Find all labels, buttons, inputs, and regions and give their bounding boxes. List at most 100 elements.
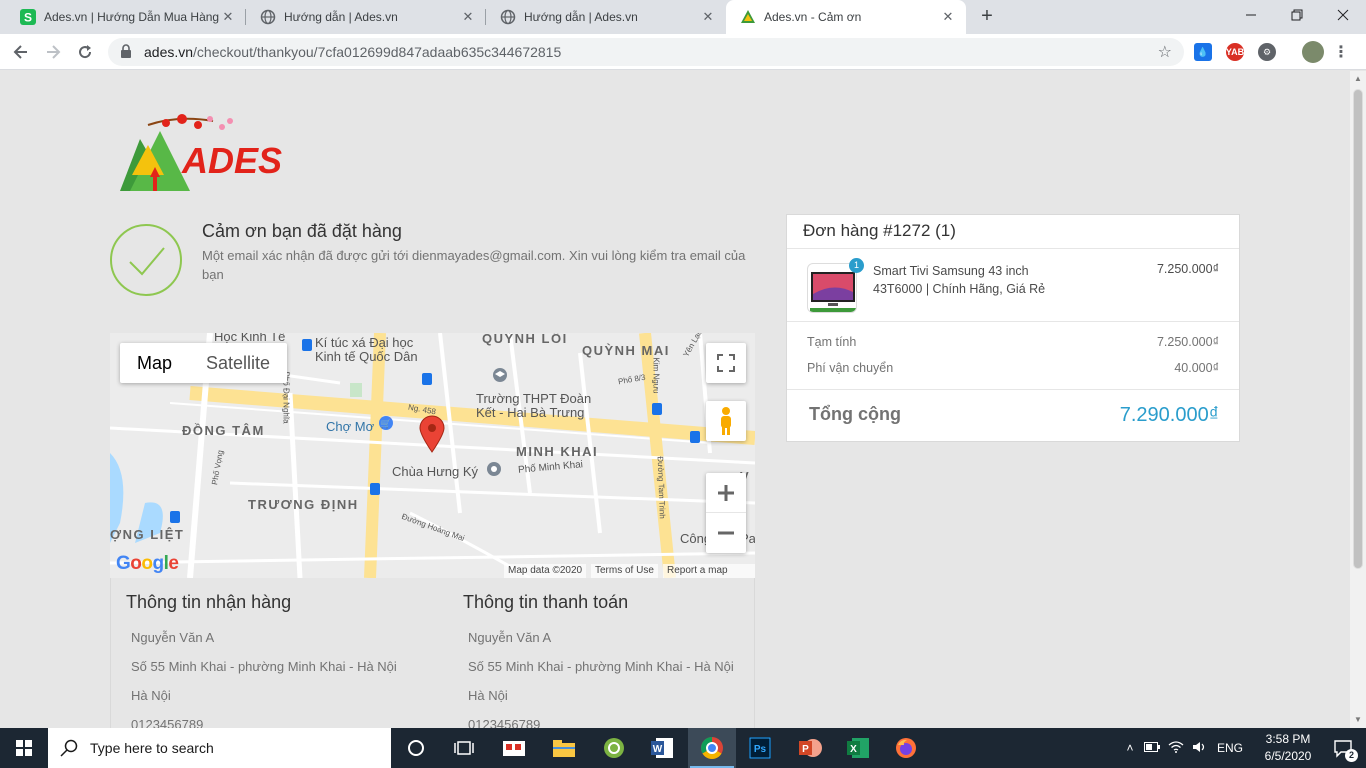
forward-button[interactable] bbox=[40, 39, 66, 65]
battery-icon[interactable] bbox=[1140, 741, 1164, 755]
total-value: 7.290.000₫ bbox=[1119, 404, 1219, 426]
svg-text:W: W bbox=[653, 744, 663, 755]
product-name: Smart Tivi Samsung 43 inch 43T6000 | Chí… bbox=[873, 264, 1046, 296]
profile-avatar[interactable] bbox=[1302, 41, 1324, 63]
zoom-in-button[interactable] bbox=[706, 473, 746, 513]
system-clock[interactable]: 3:58 PM 6/5/2020 bbox=[1254, 731, 1322, 765]
ades-logo[interactable]: ADES bbox=[118, 111, 288, 195]
map-label: Trường THPT Đoàn bbox=[476, 391, 592, 406]
url-path: /checkout/thankyou/7cfa012699d847adaab63… bbox=[193, 44, 562, 60]
word-icon[interactable]: W bbox=[638, 728, 686, 768]
volume-icon[interactable] bbox=[1188, 741, 1212, 756]
restore-button[interactable] bbox=[1274, 0, 1320, 30]
back-button[interactable] bbox=[8, 39, 34, 65]
tab-ades-cam-on[interactable]: Ades.vn - Cảm ơn ✕ bbox=[726, 0, 966, 34]
map-marker-icon[interactable] bbox=[419, 415, 445, 453]
tab-title: Hướng dẫn | Ades.vn bbox=[284, 10, 398, 24]
quantity-badge: 1 bbox=[849, 258, 864, 273]
address-bar[interactable]: ades.vn/checkout/thankyou/7cfa012699d847… bbox=[108, 38, 1184, 66]
tab-huong-dan-2[interactable]: Hướng dẫn | Ades.vn ✕ bbox=[486, 0, 726, 34]
scroll-up-icon[interactable]: ▲ bbox=[1353, 74, 1363, 84]
language-indicator[interactable]: ENG bbox=[1212, 741, 1248, 755]
temple-icon bbox=[487, 462, 501, 476]
terms-of-use-link[interactable]: Terms of Use bbox=[591, 564, 658, 578]
photoshop-icon[interactable]: Ps bbox=[736, 728, 784, 768]
shipping-phone: 0123456789 bbox=[131, 717, 204, 728]
lock-icon[interactable] bbox=[120, 43, 132, 61]
logo-decoration-icon bbox=[147, 114, 233, 130]
arrow-right-icon bbox=[47, 45, 61, 59]
close-icon[interactable]: ✕ bbox=[220, 9, 236, 25]
order-summary: Đơn hàng #1272 (1) 1 Smart Tivi Samsung … bbox=[786, 214, 1240, 442]
map-label: Chợ Mơ bbox=[326, 419, 375, 434]
product-price: 7.250.000₫ bbox=[1156, 262, 1219, 276]
svg-text:🛒: 🛒 bbox=[380, 418, 391, 429]
street-view-pegman[interactable] bbox=[706, 401, 746, 441]
tab-ades-huong-dan-mua-hang[interactable]: S Ades.vn | Hướng Dẫn Mua Hàng ✕ bbox=[6, 0, 246, 34]
window-close-button[interactable] bbox=[1320, 0, 1366, 30]
extension-yab-icon[interactable]: YAB bbox=[1226, 43, 1244, 61]
search-placeholder: Type here to search bbox=[90, 740, 214, 756]
extension-drop-icon[interactable]: 💧 bbox=[1194, 43, 1212, 61]
map-type-control: Map Satellite bbox=[120, 343, 288, 383]
close-icon[interactable]: ✕ bbox=[460, 9, 476, 25]
close-icon[interactable]: ✕ bbox=[940, 9, 956, 25]
chrome-taskbar-icon[interactable] bbox=[688, 728, 736, 768]
windows-taskbar: Type here to search W Ps P X ˄ ENG 3:58 … bbox=[0, 728, 1366, 768]
map-data-attribution: Map data ©2020 bbox=[504, 564, 587, 578]
subtotal-row: Tạm tính 7.250.000₫ bbox=[807, 335, 1219, 349]
subtotal-value: 7.250.000₫ bbox=[1156, 335, 1219, 349]
map-type-satellite-button[interactable]: Satellite bbox=[189, 343, 287, 383]
map-label: QUỲNH LÔI bbox=[482, 333, 568, 346]
start-button[interactable] bbox=[0, 728, 48, 768]
shipping-name: Nguyễn Văn A bbox=[131, 630, 215, 645]
fullscreen-button[interactable] bbox=[706, 343, 746, 383]
app-toolbox-icon[interactable] bbox=[490, 728, 538, 768]
bus-stop-icon bbox=[170, 511, 180, 523]
map-label: Chùa Hưng Ký bbox=[392, 464, 479, 479]
scrollbar-thumb[interactable] bbox=[1353, 89, 1363, 569]
google-logo[interactable]: Google bbox=[116, 553, 179, 575]
menu-kebab-icon[interactable]: ⋮ bbox=[1332, 43, 1350, 61]
school-icon bbox=[493, 368, 507, 382]
task-view-button[interactable] bbox=[440, 728, 488, 768]
reload-button[interactable] bbox=[72, 39, 98, 65]
zoom-out-button[interactable] bbox=[706, 513, 746, 553]
ades-tree-icon bbox=[740, 9, 756, 25]
shopping-cart-icon: 🛒 bbox=[379, 416, 393, 430]
shipping-address: Số 55 Minh Khai - phường Minh Khai - Hà … bbox=[131, 659, 397, 674]
app-green-icon[interactable] bbox=[590, 728, 638, 768]
order-item: 1 Smart Tivi Samsung 43 inch 43T6000 | C… bbox=[787, 249, 1239, 322]
powerpoint-icon[interactable]: P bbox=[786, 728, 834, 768]
extension-gear-icon[interactable]: ⚙ bbox=[1258, 43, 1276, 61]
scroll-down-icon[interactable]: ▼ bbox=[1353, 715, 1363, 725]
report-map-error-link[interactable]: Report a map error bbox=[663, 564, 755, 578]
wifi-icon[interactable] bbox=[1164, 740, 1188, 756]
product-thumbnail bbox=[807, 263, 857, 313]
minimize-button[interactable] bbox=[1228, 0, 1274, 30]
success-check-icon bbox=[110, 224, 182, 296]
google-map[interactable]: Học Kinh Tế Kí túc xá Đại học Kinh tế Qu… bbox=[110, 333, 755, 578]
map-label: ỢNG LIỆT bbox=[110, 527, 185, 542]
close-icon[interactable]: ✕ bbox=[700, 9, 716, 25]
new-tab-button[interactable]: + bbox=[976, 5, 998, 27]
tab-title: Hướng dẫn | Ades.vn bbox=[524, 10, 638, 24]
page-scrollbar[interactable]: ▲ ▼ bbox=[1350, 71, 1366, 728]
globe-icon bbox=[260, 9, 276, 25]
bookmark-star-icon[interactable]: ☆ bbox=[1158, 42, 1172, 62]
customer-info-panel: Thông tin nhận hàng Nguyễn Văn A Số 55 M… bbox=[110, 578, 755, 728]
map-label: Kinh tế Quốc Dân bbox=[315, 349, 418, 364]
chevron-up-icon[interactable]: ˄ bbox=[1120, 741, 1140, 755]
windows-logo-icon bbox=[16, 740, 32, 756]
bus-stop-icon bbox=[690, 431, 700, 443]
tab-huong-dan-1[interactable]: Hướng dẫn | Ades.vn ✕ bbox=[246, 0, 486, 34]
map-type-map-button[interactable]: Map bbox=[120, 343, 189, 383]
bus-stop-icon bbox=[652, 403, 662, 415]
firefox-icon[interactable] bbox=[882, 728, 930, 768]
taskbar-search[interactable]: Type here to search bbox=[48, 728, 391, 768]
excel-icon[interactable]: X bbox=[834, 728, 882, 768]
action-center-button[interactable]: 2 bbox=[1320, 728, 1366, 768]
file-explorer-icon[interactable] bbox=[540, 728, 588, 768]
map-label: MINH KHAI bbox=[516, 444, 599, 459]
cortana-button[interactable] bbox=[392, 728, 440, 768]
